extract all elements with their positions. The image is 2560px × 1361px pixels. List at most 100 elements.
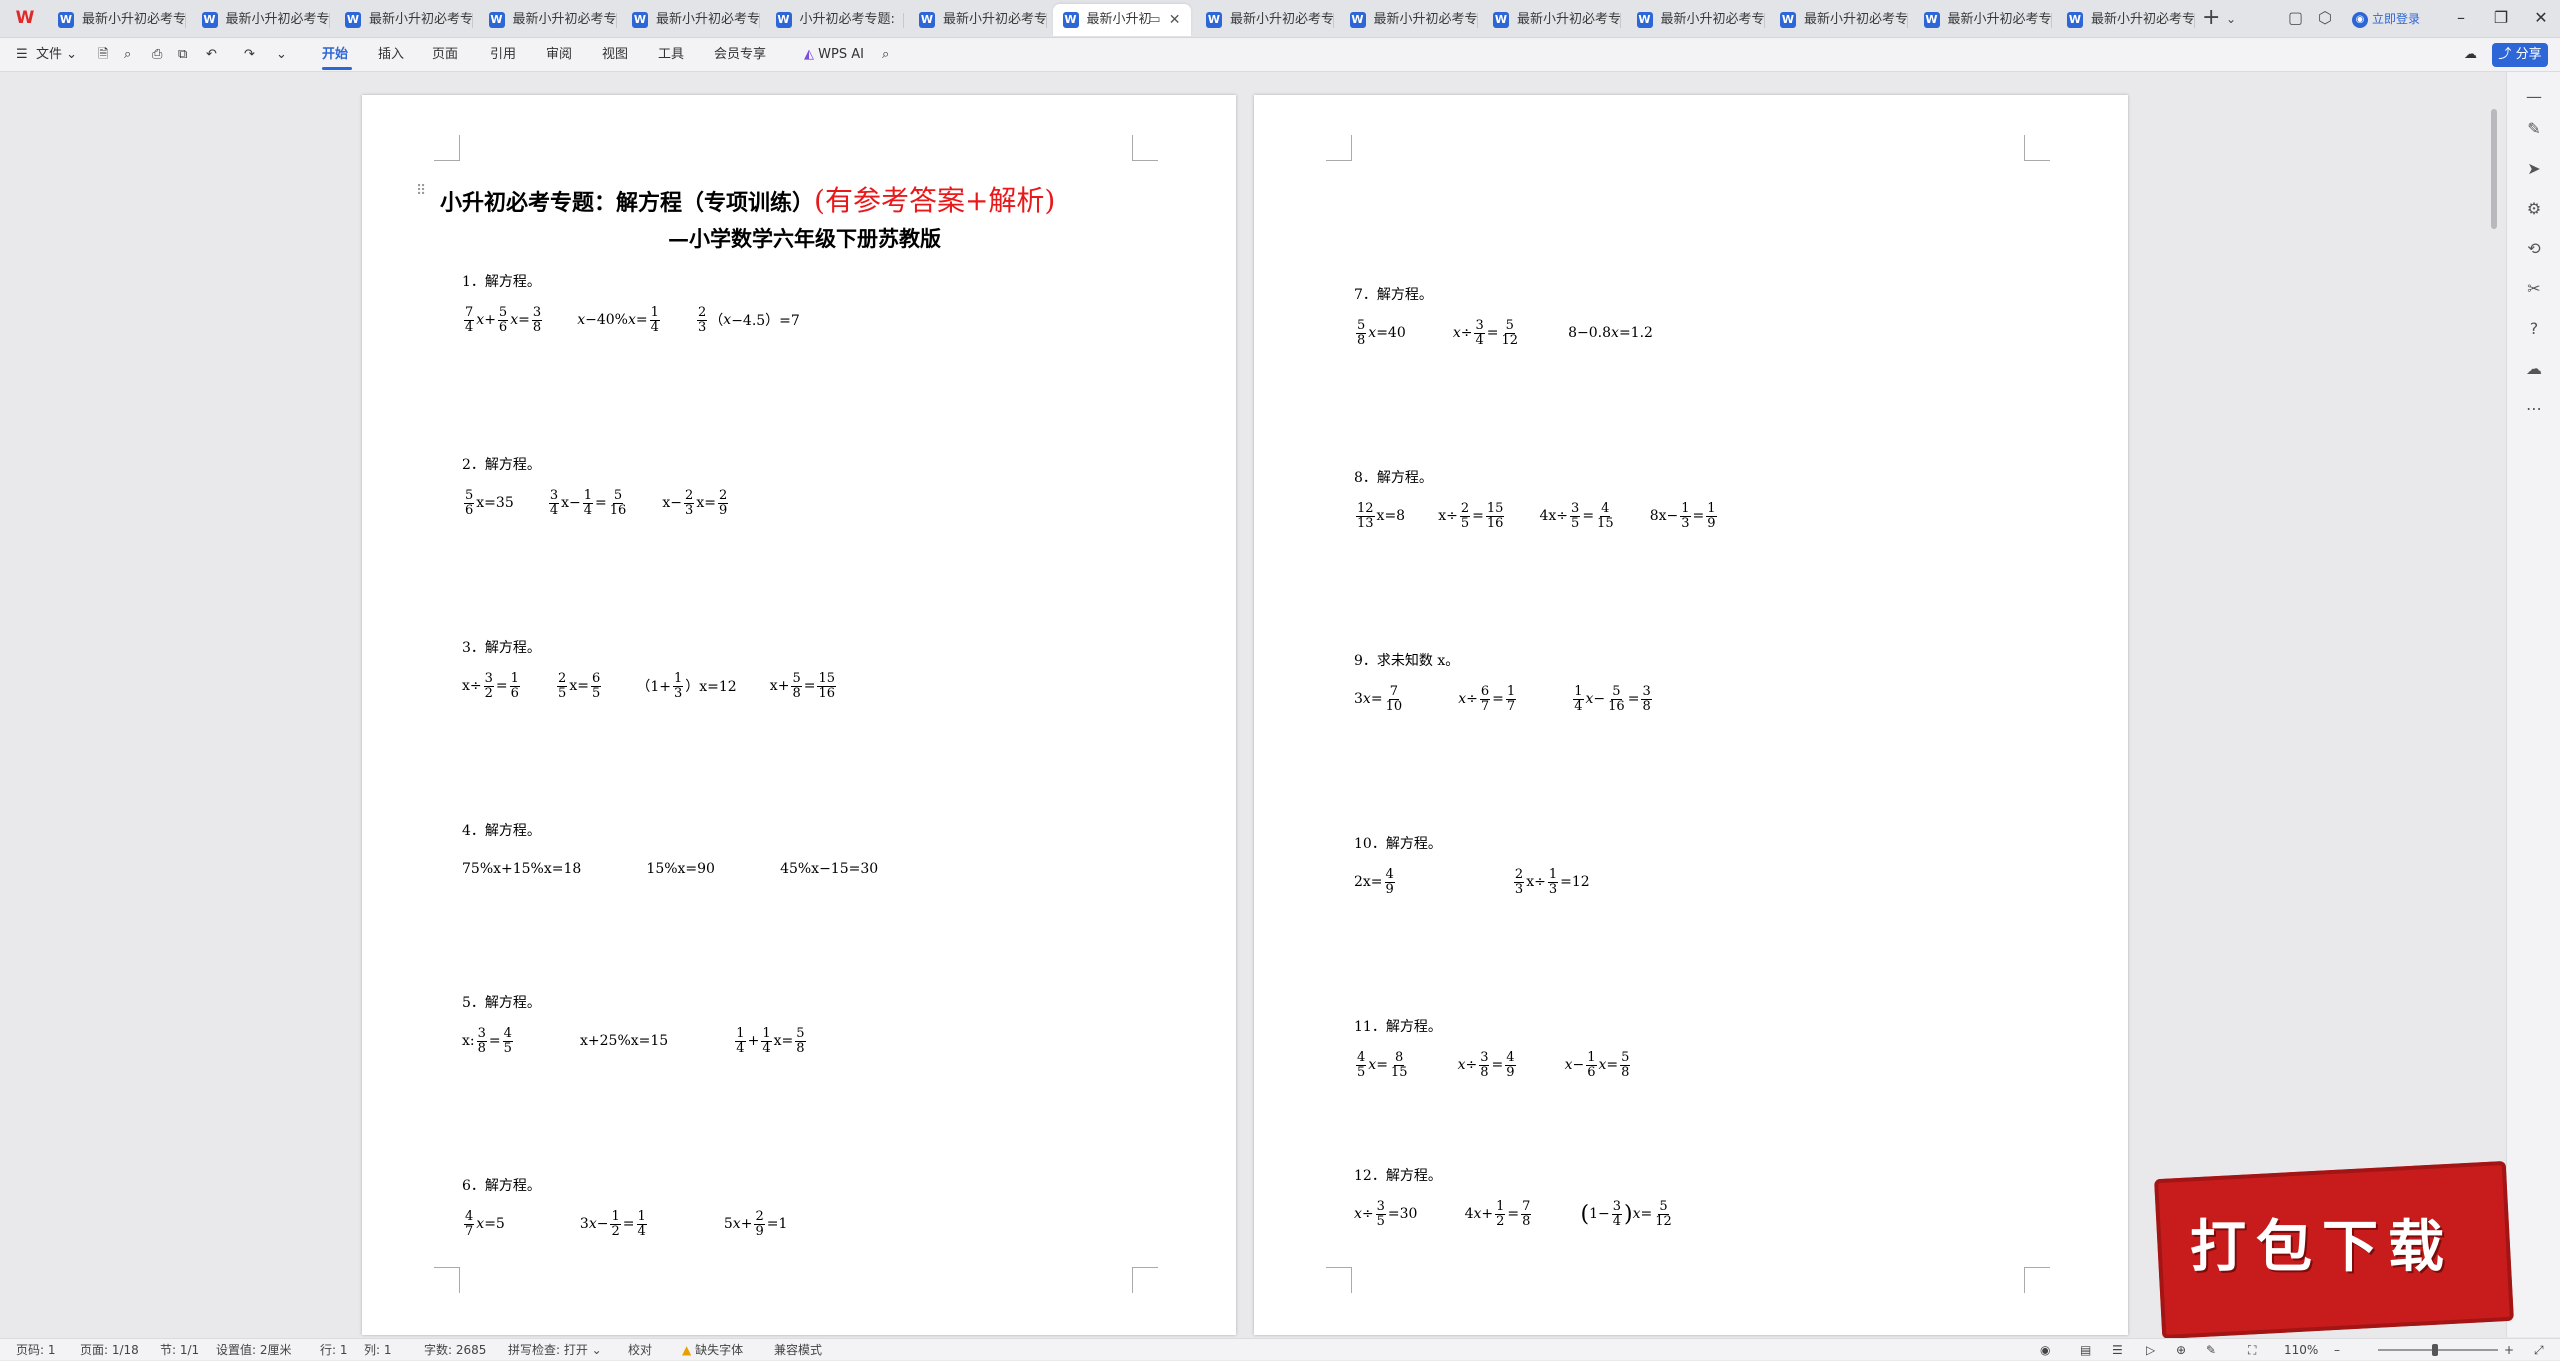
login-button[interactable]: ◉ 立即登录 bbox=[2352, 4, 2420, 34]
equation: 3 x = 7 10 bbox=[1354, 683, 1403, 714]
status-section[interactable]: 节: 1/1 bbox=[160, 1339, 199, 1361]
status-spellcheck[interactable]: 拼写检查: 打开 ⌄ bbox=[508, 1339, 602, 1361]
equation: 5 x +2 9 =1 bbox=[723, 1208, 788, 1239]
status-words[interactable]: 字数: 2685 bbox=[424, 1339, 486, 1361]
pen-icon[interactable]: ✎ bbox=[2521, 116, 2547, 142]
document-tab[interactable]: W 最新小升初必考专 bbox=[909, 4, 1047, 36]
document-page-1[interactable]: ⠿ 小升初必考专题：解方程（专项训练）(有参考答案+解析) —小学数学六年级下册… bbox=[362, 95, 1236, 1335]
status-row[interactable]: 行: 1 bbox=[320, 1339, 348, 1361]
document-tab[interactable]: W 最新小升初必考专 bbox=[192, 4, 330, 36]
select-cursor-icon[interactable]: ➤ bbox=[2521, 156, 2547, 182]
pen-view-icon[interactable]: ✎ bbox=[2206, 1339, 2216, 1361]
word-doc-icon: W bbox=[488, 12, 505, 28]
document-tab[interactable]: W 最新小升初必考专 bbox=[335, 4, 473, 36]
ribbon-tab[interactable]: 会员专享 bbox=[714, 38, 766, 72]
zoom-level[interactable]: 110% bbox=[2284, 1339, 2318, 1361]
tab-list-chevron-icon[interactable]: ⌄ bbox=[2226, 2, 2236, 36]
document-page-2[interactable]: 7．解方程。 5 8 x =40 x ÷ 3 4 = 5 12 8−0.8 x =1.2 8．解方程。… bbox=[1254, 95, 2128, 1335]
document-tab[interactable]: W 最新小升初必考专 bbox=[1340, 4, 1478, 36]
file-menu[interactable]: 文件 ⌄ bbox=[36, 38, 77, 72]
download-badge-text[interactable]: 打包下载 bbox=[2190, 1212, 2480, 1282]
equation: 4 7 x =5 bbox=[464, 1208, 505, 1239]
document-tab[interactable]: W 小升初必考专题: bbox=[766, 4, 904, 36]
fullscreen-icon[interactable]: ⛶ bbox=[2248, 1339, 2256, 1361]
ribbon-tab[interactable]: 视图 bbox=[602, 38, 628, 72]
cube-icon[interactable]: ⬡ bbox=[2318, 6, 2332, 30]
zoom-in-icon[interactable]: + bbox=[2504, 1339, 2514, 1361]
page-view-icon[interactable]: ▤ bbox=[2080, 1339, 2091, 1361]
equation: x: 3 8 = 4 5 bbox=[462, 1025, 513, 1056]
wps-logo-icon[interactable]: W bbox=[12, 6, 38, 30]
search-icon[interactable]: ⌕ bbox=[882, 38, 889, 72]
fit-page-icon[interactable]: ⤢ bbox=[2534, 1339, 2544, 1361]
status-page-code[interactable]: 页码: 1 bbox=[16, 1339, 56, 1361]
document-tab[interactable]: W 最新小升初必考专 bbox=[1914, 4, 2052, 36]
play-icon[interactable]: ▷ bbox=[2146, 1339, 2155, 1361]
close-window-button[interactable]: ✕ bbox=[2526, 2, 2556, 34]
status-col[interactable]: 列: 1 bbox=[364, 1339, 392, 1361]
open-icon[interactable]: ⌕ bbox=[124, 38, 131, 72]
scrollbar-thumb[interactable] bbox=[2491, 109, 2497, 229]
collapse-icon[interactable]: — bbox=[2521, 84, 2547, 110]
ribbon-tab[interactable]: 引用 bbox=[490, 38, 516, 72]
status-page[interactable]: 页面: 1/18 bbox=[80, 1339, 139, 1361]
problem-label: 3．解方程。 bbox=[462, 640, 541, 656]
document-tab[interactable]: W 最新小升初必考专 bbox=[48, 4, 186, 36]
close-tab-icon[interactable]: ✕ bbox=[1169, 4, 1181, 36]
tools-icon[interactable]: ✂ bbox=[2521, 276, 2547, 302]
document-tab[interactable]: W 最新小升初必考专 bbox=[479, 4, 617, 36]
vertical-scrollbar[interactable] bbox=[2490, 101, 2498, 1331]
document-tab[interactable]: W 最新小升初必考专 bbox=[1483, 4, 1621, 36]
paragraph-drag-handle-icon[interactable]: ⠿ bbox=[416, 183, 426, 199]
zoom-slider[interactable] bbox=[2378, 1349, 2498, 1351]
print-preview-icon[interactable]: ⧉ bbox=[178, 38, 187, 72]
document-tab[interactable]: W 最新小升初必考专 bbox=[1196, 4, 1334, 36]
device-icon[interactable]: ▭ bbox=[1148, 4, 1160, 36]
restore-button[interactable]: ❐ bbox=[2486, 2, 2516, 34]
menu-icon[interactable]: ☰ bbox=[16, 38, 28, 72]
zoom-out-icon[interactable]: – bbox=[2334, 1339, 2340, 1361]
cloud-icon[interactable]: ☁ bbox=[2464, 38, 2477, 72]
document-workspace[interactable]: ⠿ 小升初必考专题：解方程（专项训练）(有参考答案+解析) —小学数学六年级下册… bbox=[0, 73, 2560, 1338]
status-settings[interactable]: 设置值: 2厘米 bbox=[216, 1339, 292, 1361]
help-icon[interactable]: ? bbox=[2521, 316, 2547, 342]
warning-icon: ▲ bbox=[682, 1343, 692, 1357]
eye-icon[interactable]: ◉ bbox=[2040, 1339, 2050, 1361]
problem-label: 5．解方程。 bbox=[462, 995, 541, 1011]
word-doc-icon: W bbox=[2067, 12, 2083, 28]
minimize-button[interactable]: – bbox=[2446, 2, 2476, 34]
more-chevron-icon[interactable]: ⌄ bbox=[276, 38, 287, 72]
ribbon-tab[interactable]: 插入 bbox=[378, 38, 404, 72]
zoom-slider-knob[interactable] bbox=[2432, 1344, 2438, 1356]
tab-label: 最新小升初必考专 bbox=[1373, 12, 1478, 27]
print-icon[interactable]: ⎙ bbox=[152, 38, 162, 72]
history-icon[interactable]: ⟲ bbox=[2521, 236, 2547, 262]
tab-separator bbox=[2194, 13, 2195, 28]
undo-icon[interactable]: ↶ bbox=[206, 38, 217, 72]
equation: 4 x +1 2 = 7 8 bbox=[1464, 1198, 1532, 1229]
new-tab-button[interactable]: + bbox=[2202, 2, 2220, 34]
outline-view-icon[interactable]: ☰ bbox=[2112, 1339, 2123, 1361]
crop-mark bbox=[1132, 1267, 1158, 1293]
document-tab[interactable]: W 最新小升初必考专 bbox=[622, 4, 760, 36]
ribbon-tab[interactable]: 审阅 bbox=[546, 38, 572, 72]
ribbon-tab[interactable]: 页面 bbox=[432, 38, 458, 72]
more-icon[interactable]: ⋯ bbox=[2521, 396, 2547, 422]
settings-sliders-icon[interactable]: ⚙ bbox=[2521, 196, 2547, 222]
document-tab[interactable]: W 最新小升初必考专 bbox=[1627, 4, 1765, 36]
document-tab[interactable]: W 最新小升初必考专 bbox=[1770, 4, 1908, 36]
document-tab[interactable]: W 最新小升初必考专 bbox=[2057, 4, 2195, 36]
status-missing-font[interactable]: ▲ 缺失字体 bbox=[682, 1339, 743, 1361]
ribbon-tab[interactable]: 工具 bbox=[658, 38, 684, 72]
share-cloud-icon[interactable]: ☁ bbox=[2521, 356, 2547, 382]
share-button[interactable]: ⤴ 分享 bbox=[2492, 43, 2548, 67]
window-layout-icon[interactable]: ▢ bbox=[2288, 6, 2303, 30]
redo-icon[interactable]: ↷ bbox=[244, 38, 255, 72]
status-proofread[interactable]: 校对 bbox=[628, 1339, 652, 1361]
document-tab[interactable]: W 最新小升初 ▭ ✕ bbox=[1052, 4, 1191, 36]
equation: 4x÷ 3 5 = 4 15 bbox=[1539, 500, 1614, 531]
save-icon[interactable]: 🗎 bbox=[98, 38, 108, 72]
tab-label: 最新小升初必考专 bbox=[1804, 12, 1908, 27]
web-view-icon[interactable]: ⊕ bbox=[2176, 1339, 2186, 1361]
wps-ai-button[interactable]: ◭ WPS AI bbox=[804, 38, 864, 72]
